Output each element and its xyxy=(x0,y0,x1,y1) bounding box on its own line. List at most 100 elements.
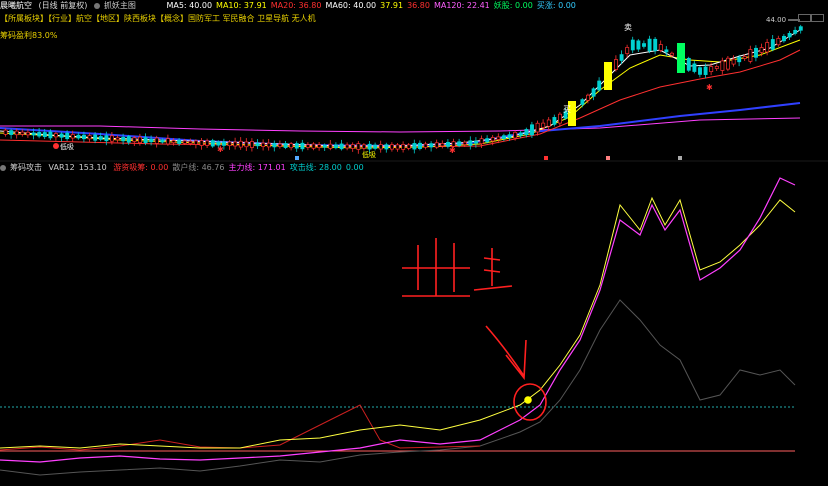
candle-body xyxy=(54,133,58,138)
candle-body xyxy=(132,137,137,142)
candle-body xyxy=(580,99,585,105)
indicator-name[interactable]: 抓妖主图 xyxy=(104,1,136,10)
candle-body xyxy=(390,144,394,150)
candle-body xyxy=(37,132,42,137)
candle-body xyxy=(625,47,630,54)
red-star-icon: ✱ xyxy=(706,83,713,92)
candle-body xyxy=(334,144,338,149)
ma-value-8: 买涨: 0.00 xyxy=(536,1,576,10)
candle-body xyxy=(787,33,792,38)
candle-body xyxy=(188,140,193,144)
candle-body xyxy=(255,143,260,147)
candle-body xyxy=(765,42,770,53)
candle-body xyxy=(619,54,624,61)
candle-body xyxy=(630,39,635,51)
chip-profit-label: 筹码盈利 xyxy=(0,31,32,40)
candle-body xyxy=(373,144,378,149)
candle-body xyxy=(502,135,506,140)
candle-body xyxy=(149,138,154,143)
candle-body xyxy=(238,140,243,148)
candle-body xyxy=(462,141,467,145)
candle-body xyxy=(82,134,86,140)
candle-body xyxy=(518,132,523,136)
candle-body xyxy=(709,66,714,72)
candle-body xyxy=(770,39,775,50)
candle-body xyxy=(591,88,596,97)
candle-body xyxy=(48,131,53,139)
panel-controls[interactable] xyxy=(798,14,824,22)
candle-body xyxy=(664,49,669,53)
lower-item-1: 散户线: 46.76 xyxy=(172,163,225,172)
candle-body xyxy=(166,138,170,145)
candle-body xyxy=(317,144,322,149)
candle-body xyxy=(586,94,590,101)
candle-body xyxy=(513,131,518,139)
candle-body xyxy=(423,143,428,148)
candle-body xyxy=(401,144,406,150)
candle-body xyxy=(26,131,30,136)
ma-value-7: 妖股: 0.00 xyxy=(493,1,533,10)
handwritten-annotation xyxy=(402,238,547,421)
handwritten-char-chu xyxy=(402,238,470,297)
candle-body xyxy=(440,143,445,147)
candle-body xyxy=(205,140,210,146)
candle-body xyxy=(199,140,204,146)
lower-title[interactable]: 筹码攻击 xyxy=(10,163,42,172)
ma-value-3: MA60: 40.00 xyxy=(325,1,377,10)
candle-body xyxy=(759,47,764,53)
candle-body xyxy=(210,140,215,147)
candle-body xyxy=(552,117,557,125)
candle-body xyxy=(658,44,663,51)
candle-body xyxy=(289,143,294,149)
candle-body xyxy=(429,143,434,148)
candle-body xyxy=(31,132,36,136)
candle-body xyxy=(507,134,512,139)
candle-body xyxy=(227,141,232,147)
candle-body xyxy=(479,138,484,145)
candle-body xyxy=(356,143,361,150)
candle-body xyxy=(70,134,75,139)
ma-value-5: 36.80 xyxy=(407,1,430,10)
settings-dot-icon[interactable] xyxy=(93,2,100,9)
candle-body xyxy=(535,122,540,133)
candle-body xyxy=(776,38,781,46)
candle-body xyxy=(272,143,277,148)
candle-body xyxy=(541,122,546,128)
candle-body xyxy=(115,137,120,141)
candle-body xyxy=(642,43,646,47)
lower-item-4: 0.00 xyxy=(345,163,364,172)
buy-signal: 买 xyxy=(563,105,571,114)
candle-body xyxy=(434,142,439,148)
candle-body xyxy=(418,142,422,150)
candle-body xyxy=(742,56,747,59)
stock-name[interactable]: 晨曦航空 xyxy=(0,1,32,10)
candle-body xyxy=(754,47,758,58)
price-marker: 44.00 xyxy=(766,16,786,24)
candle-body xyxy=(300,142,305,150)
candle-body xyxy=(345,144,350,149)
settings-dot-icon[interactable] xyxy=(0,164,6,171)
period-label[interactable]: (日线 前复权) xyxy=(39,1,88,10)
green-signal-bar xyxy=(677,43,685,73)
price-chart[interactable]: 卖 买 低吸 低吸 ✱ ✱ ✱ 44.00 xyxy=(0,0,828,486)
lower-item-3: 攻击线: 28.00 xyxy=(289,163,342,172)
candle-body xyxy=(59,133,64,138)
candle-body xyxy=(395,144,400,150)
candle-body xyxy=(698,67,702,75)
var12-label: VAR12 xyxy=(48,163,75,172)
candle-body xyxy=(233,141,238,147)
ma-value-0: MA5: 40.00 xyxy=(166,1,213,10)
candle-body xyxy=(42,132,47,138)
candle-body xyxy=(457,141,462,147)
candle-body xyxy=(748,49,753,62)
red-star-icon: ✱ xyxy=(217,145,224,154)
candle-body xyxy=(171,140,176,144)
candle-body xyxy=(782,35,786,42)
low-buy-marker: 低吸 xyxy=(60,142,74,151)
handwritten-char-ji xyxy=(473,248,513,291)
candle-body xyxy=(614,59,618,70)
candle-body xyxy=(647,38,652,52)
candle-body xyxy=(278,143,282,148)
candle-body xyxy=(244,141,249,148)
hot-money-line xyxy=(0,404,481,451)
